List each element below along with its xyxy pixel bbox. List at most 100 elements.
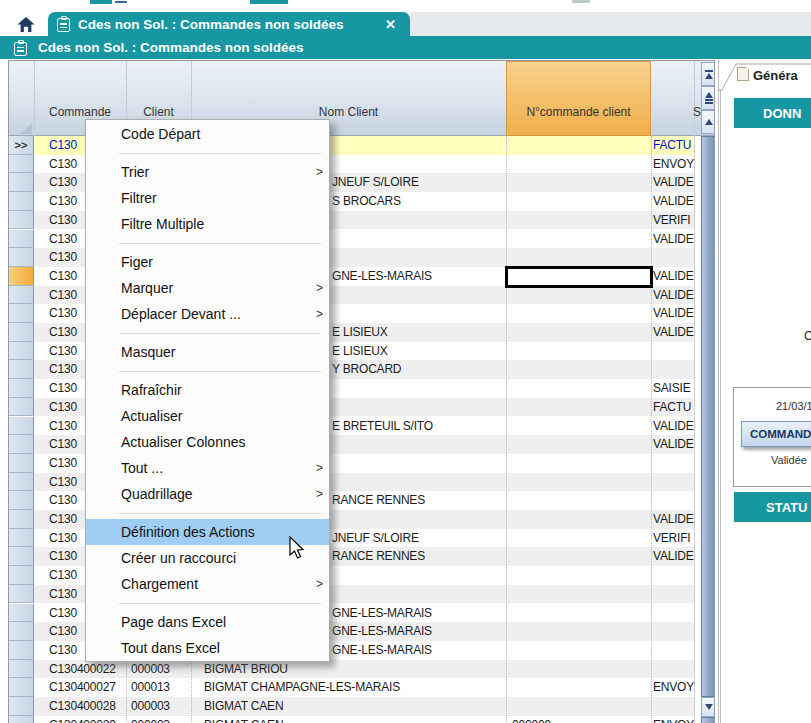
cell-commande[interactable]: C130 [49, 379, 77, 398]
cell-statut[interactable]: VALIDE [653, 230, 695, 249]
cell-nom-client[interactable]: S BROCARS [332, 192, 401, 211]
row-selector[interactable] [9, 473, 34, 492]
cell-commande[interactable]: C130400028 [49, 697, 116, 716]
cell-statut[interactable]: ENVOY [653, 716, 695, 723]
cell-commande[interactable]: C130 [49, 547, 77, 566]
cell-commande[interactable]: C130400029 [49, 716, 116, 723]
cell-client[interactable]: 000013 [131, 678, 170, 697]
cell-client[interactable]: 000003 [131, 716, 170, 723]
cell-commande[interactable]: C130 [49, 566, 77, 585]
cell-statut[interactable]: VALIDE [653, 304, 695, 323]
row-selector[interactable] [9, 529, 34, 548]
cell-commande[interactable]: C130 [49, 211, 77, 230]
menu-item[interactable]: Code Départ [86, 121, 329, 147]
cell-nom-client[interactable]: JNEUF S/LOIRE [332, 529, 419, 548]
home-tab[interactable] [8, 12, 44, 36]
row-selector[interactable] [9, 641, 34, 660]
cell-statut[interactable]: VALIDE [653, 267, 695, 286]
cell-commande[interactable]: C130 [49, 323, 77, 342]
menu-item[interactable]: Actualiser [86, 403, 329, 429]
row-selector[interactable] [9, 417, 34, 436]
cell-commande[interactable]: C130 [49, 641, 77, 660]
cell-nom-client[interactable]: GNE-LES-MARAIS [332, 622, 432, 641]
cell-nom-client[interactable]: E LISIEUX [332, 323, 388, 342]
row-selector[interactable] [9, 211, 34, 230]
menu-item[interactable]: Tout ...> [86, 455, 329, 481]
scroll-to-top-button[interactable] [701, 62, 715, 86]
cell-commande[interactable]: C130 [49, 622, 77, 641]
column-header-ncommande[interactable] [506, 61, 651, 136]
menu-item[interactable]: Déplacer Devant ...> [86, 301, 329, 327]
cell-nom-client[interactable]: GNE-LES-MARAIS [332, 267, 432, 286]
row-selector[interactable] [9, 192, 34, 211]
select-all-triangle[interactable] [21, 123, 32, 134]
cell-commande[interactable]: C130 [49, 604, 77, 623]
cell-statut[interactable]: VERIFI [653, 529, 695, 548]
menu-item[interactable]: Tout dans Excel [86, 635, 329, 661]
cell-commande[interactable]: C130 [49, 473, 77, 492]
cell-commande[interactable]: C130 [49, 192, 77, 211]
row-selector[interactable] [9, 566, 34, 585]
row-selector[interactable] [9, 585, 34, 604]
cell-statut[interactable]: VALIDE [653, 510, 695, 529]
cell-commande[interactable]: C130 [49, 510, 77, 529]
row-selector[interactable] [9, 286, 34, 305]
row-selector[interactable] [9, 342, 34, 361]
row-selector[interactable] [9, 454, 34, 473]
row-selector[interactable] [9, 716, 34, 723]
row-selector[interactable] [9, 248, 34, 267]
row-selector[interactable] [9, 678, 34, 697]
cell-statut[interactable]: VALIDE [653, 323, 695, 342]
row-selector[interactable] [9, 660, 34, 679]
cell-statut[interactable]: VALIDE [653, 286, 695, 305]
cell-commande[interactable]: C130 [49, 491, 77, 510]
row-selector[interactable] [9, 230, 34, 249]
cell-nom-client[interactable]: RANCE RENNES [332, 491, 425, 510]
cell-nom-client[interactable]: GNE-LES-MARAIS [332, 604, 432, 623]
cell-commande[interactable]: C130 [49, 286, 77, 305]
cell-commande[interactable]: C130400022 [49, 660, 116, 679]
cell-commande[interactable]: C130 [49, 398, 77, 417]
cell-commande[interactable]: C130400027 [49, 678, 116, 697]
row-selector[interactable] [9, 360, 34, 379]
cell-commande[interactable]: C130 [49, 248, 77, 267]
cell-commande[interactable]: C130 [49, 267, 77, 286]
cell-statut[interactable]: VALIDE [653, 547, 695, 566]
row-selector[interactable] [9, 491, 34, 510]
commande-node[interactable]: COMMANDE [741, 421, 811, 447]
cell-nom-client[interactable]: Y BROCARD [332, 360, 401, 379]
tab-close-icon[interactable]: ✕ [385, 17, 396, 32]
row-selector[interactable] [9, 547, 34, 566]
column-header-nom-client[interactable]: Nom Client [191, 105, 506, 119]
cell-commande[interactable]: C130 [49, 155, 77, 174]
row-selector[interactable]: >> [9, 136, 34, 155]
cell-nom-client[interactable]: GNE-LES-MARAIS [332, 641, 432, 660]
cell-statut[interactable]: VALIDE [653, 435, 695, 454]
cell-ncommande-client[interactable]: 000000 [512, 716, 551, 723]
cell-nom-client[interactable]: E BRETEUIL S/ITO [332, 417, 433, 436]
cell-nom-client[interactable]: RANCE RENNES [332, 547, 425, 566]
cell-commande[interactable]: C130 [49, 173, 77, 192]
menu-item[interactable]: Quadrillage> [86, 481, 329, 507]
row-selector[interactable] [9, 323, 34, 342]
tab-commandes[interactable]: Cdes non Sol. : Commandes non soldées ✕ [48, 12, 410, 36]
menu-item[interactable]: Masquer [86, 339, 329, 365]
cell-statut[interactable]: FACTU [653, 136, 695, 155]
cell-commande[interactable]: C130 [49, 342, 77, 361]
cell-commande[interactable]: C130 [49, 360, 77, 379]
menu-item[interactable]: Marquer> [86, 275, 329, 301]
menu-item[interactable]: Page dans Excel [86, 609, 329, 635]
menu-item[interactable]: Actualiser Colonnes [86, 429, 329, 455]
row-selector[interactable] [9, 622, 34, 641]
cell-nom-client[interactable]: E LISIEUX [332, 342, 388, 361]
column-header-client[interactable]: Client [126, 105, 191, 119]
menu-item[interactable]: Rafraîchir [86, 377, 329, 403]
row-selector[interactable] [9, 173, 34, 192]
row-selector[interactable] [9, 510, 34, 529]
cell-nom-client[interactable]: BIGMAT BRIOU [204, 660, 288, 679]
row-selector[interactable] [9, 398, 34, 417]
menu-item[interactable]: Filtrer [86, 185, 329, 211]
cell-statut[interactable]: VALIDE [653, 417, 695, 436]
vertical-scrollbar-thumb[interactable] [701, 136, 715, 697]
cell-commande[interactable]: C130 [49, 529, 77, 548]
